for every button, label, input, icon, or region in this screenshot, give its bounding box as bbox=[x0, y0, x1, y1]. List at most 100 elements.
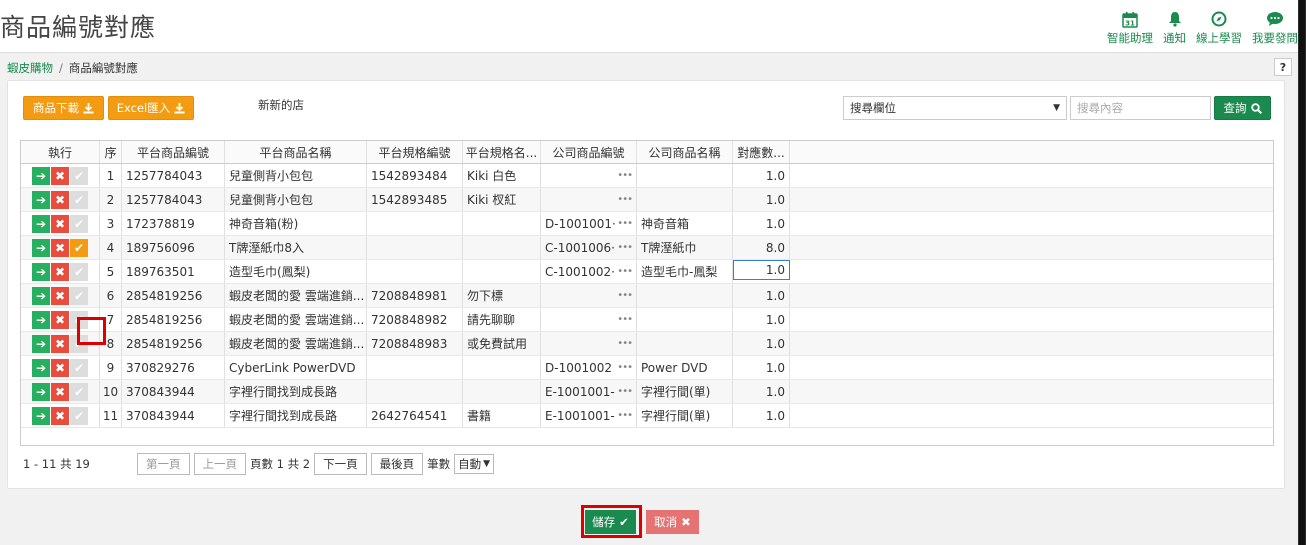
go-arrow-icon[interactable]: ➔ bbox=[32, 166, 50, 185]
cell-company-product-id[interactable]: E-1001001- ••• bbox=[541, 404, 637, 427]
ellipsis-icon[interactable]: ••• bbox=[617, 314, 633, 325]
cell-platform-spec-id[interactable] bbox=[367, 356, 463, 379]
confirm-check-icon[interactable]: ✔ bbox=[70, 166, 88, 185]
cell-platform-product-name[interactable]: 兒童側背小包包 bbox=[225, 164, 367, 187]
confirm-check-icon[interactable]: ✔ bbox=[70, 334, 88, 353]
cell-platform-product-id[interactable]: 2854819256 bbox=[122, 332, 225, 355]
cell-mapping-qty[interactable]: 1.0 bbox=[733, 188, 790, 211]
cell-platform-spec-id[interactable] bbox=[367, 236, 463, 259]
header-mapping-qty[interactable]: 對應數... bbox=[733, 141, 790, 163]
cell-platform-product-name[interactable]: CyberLink PowerDVD bbox=[225, 356, 367, 379]
header-company-product-name[interactable]: 公司商品名稱 bbox=[637, 141, 733, 163]
go-arrow-icon[interactable]: ➔ bbox=[32, 358, 50, 377]
product-download-button[interactable]: 商品下載 bbox=[23, 96, 104, 120]
cell-mapping-qty[interactable]: 1.0 bbox=[733, 308, 790, 331]
ellipsis-icon[interactable]: ••• bbox=[617, 242, 633, 253]
cell-platform-spec-name[interactable] bbox=[463, 236, 541, 259]
cell-company-product-name[interactable] bbox=[637, 308, 733, 331]
go-arrow-icon[interactable]: ➔ bbox=[32, 238, 50, 257]
cell-company-product-name[interactable] bbox=[637, 284, 733, 307]
delete-x-icon[interactable]: ✖ bbox=[51, 238, 69, 257]
cell-platform-spec-name[interactable] bbox=[463, 380, 541, 403]
cell-company-product-name[interactable]: Power DVD bbox=[637, 356, 733, 379]
cell-platform-product-id[interactable]: 189756096 bbox=[122, 236, 225, 259]
cell-platform-product-id[interactable]: 370843944 bbox=[122, 404, 225, 427]
cell-platform-product-id[interactable]: 1257784043 bbox=[122, 188, 225, 211]
cell-platform-product-name[interactable]: 字裡行間找到成長路 bbox=[225, 380, 367, 403]
search-field-select[interactable]: 搜尋欄位 ▼ bbox=[843, 96, 1067, 120]
cell-company-product-id[interactable]: ••• bbox=[541, 284, 637, 307]
cell-company-product-name[interactable]: T牌溼紙巾 bbox=[637, 236, 733, 259]
cell-platform-product-id[interactable]: 370843944 bbox=[122, 380, 225, 403]
cell-platform-spec-id[interactable]: 7208848981 bbox=[367, 284, 463, 307]
go-arrow-icon[interactable]: ➔ bbox=[32, 310, 50, 329]
cell-mapping-qty[interactable]: 1.0 bbox=[733, 380, 790, 403]
delete-x-icon[interactable]: ✖ bbox=[51, 166, 69, 185]
table-row[interactable]: ➔ ✖ ✔ 2 1257784043 兒童側背小包包 1542893485 Kiki 杈紅 ••… bbox=[21, 188, 1273, 212]
cell-platform-product-name[interactable]: T牌溼紙巾8入 bbox=[225, 236, 367, 259]
cell-platform-spec-name[interactable] bbox=[463, 260, 541, 283]
cell-company-product-name[interactable] bbox=[637, 164, 733, 187]
delete-x-icon[interactable]: ✖ bbox=[51, 262, 69, 281]
excel-import-button[interactable]: Excel匯入 bbox=[108, 96, 194, 120]
cell-company-product-id[interactable]: D-1001001· ••• bbox=[541, 212, 637, 235]
prev-page-button[interactable]: 上一頁 bbox=[193, 453, 246, 475]
save-button[interactable]: 儲存 ✔ bbox=[585, 510, 636, 534]
go-arrow-icon[interactable]: ➔ bbox=[32, 190, 50, 209]
cell-company-product-id[interactable]: D-1001002 ••• bbox=[541, 356, 637, 379]
cell-platform-product-name[interactable]: 蝦皮老闆的愛 雲端進銷... bbox=[225, 308, 367, 331]
cell-company-product-name[interactable]: 神奇音箱 bbox=[637, 212, 733, 235]
cell-platform-product-id[interactable]: 172378819 bbox=[122, 212, 225, 235]
cell-mapping-qty[interactable]: 1.0 bbox=[733, 332, 790, 355]
header-platform-product-id[interactable]: 平台商品編號 bbox=[122, 141, 225, 163]
cell-company-product-id[interactable]: E-1001001- ••• bbox=[541, 380, 637, 403]
go-arrow-icon[interactable]: ➔ bbox=[32, 262, 50, 281]
cell-mapping-qty[interactable]: 1.0 bbox=[733, 260, 790, 280]
ellipsis-icon[interactable]: ••• bbox=[617, 362, 633, 373]
cell-company-product-name[interactable]: 字裡行間(單) bbox=[637, 380, 733, 403]
ellipsis-icon[interactable]: ••• bbox=[617, 194, 633, 205]
cell-platform-spec-id[interactable] bbox=[367, 380, 463, 403]
cell-platform-product-name[interactable]: 兒童側背小包包 bbox=[225, 188, 367, 211]
ellipsis-icon[interactable]: ••• bbox=[617, 410, 633, 421]
page-scrollbar[interactable] bbox=[1298, 0, 1306, 545]
cell-platform-spec-name[interactable] bbox=[463, 356, 541, 379]
confirm-check-icon[interactable]: ✔ bbox=[70, 262, 88, 281]
table-row[interactable]: ➔ ✖ ✔ 9 370829276 CyberLink PowerDVD D-1001002… bbox=[21, 356, 1273, 380]
go-arrow-icon[interactable]: ➔ bbox=[32, 286, 50, 305]
delete-x-icon[interactable]: ✖ bbox=[51, 358, 69, 377]
confirm-check-icon[interactable]: ✔ bbox=[70, 286, 88, 305]
cell-platform-spec-name[interactable]: 請先聊聊 bbox=[463, 308, 541, 331]
delete-x-icon[interactable]: ✖ bbox=[51, 286, 69, 305]
header-platform-spec-name[interactable]: 平台規格名... bbox=[463, 141, 541, 163]
cell-company-product-id[interactable]: ••• bbox=[541, 164, 637, 187]
cell-company-product-name[interactable] bbox=[637, 188, 733, 211]
confirm-check-icon[interactable]: ✔ bbox=[70, 310, 88, 329]
go-arrow-icon[interactable]: ➔ bbox=[32, 214, 50, 233]
confirm-check-icon[interactable]: ✔ bbox=[70, 358, 88, 377]
delete-x-icon[interactable]: ✖ bbox=[51, 214, 69, 233]
ellipsis-icon[interactable]: ••• bbox=[617, 338, 633, 349]
search-input[interactable]: 搜尋內容 bbox=[1070, 96, 1211, 120]
cell-platform-product-id[interactable]: 2854819256 bbox=[122, 308, 225, 331]
scrollbar-thumb[interactable] bbox=[1299, 0, 1305, 545]
cell-platform-product-id[interactable]: 2854819256 bbox=[122, 284, 225, 307]
next-page-button[interactable]: 下一頁 bbox=[314, 453, 367, 475]
cell-platform-spec-id[interactable] bbox=[367, 212, 463, 235]
help-button[interactable]: ? bbox=[1274, 58, 1292, 76]
page-size-select[interactable]: 自動 ▼ bbox=[454, 454, 495, 474]
topnav-ask[interactable]: 我要發問 bbox=[1252, 10, 1298, 46]
cell-platform-product-id[interactable]: 370829276 bbox=[122, 356, 225, 379]
table-row[interactable]: ➔ ✖ ✔ 10 370843944 字裡行間找到成長路 E-1001001- ••• 字裡行間… bbox=[21, 380, 1273, 404]
header-platform-spec-id[interactable]: 平台規格編號 bbox=[367, 141, 463, 163]
header-company-product-id[interactable]: 公司商品編號 bbox=[541, 141, 637, 163]
cell-mapping-qty[interactable]: 1.0 bbox=[733, 404, 790, 427]
cell-company-product-id[interactable]: ••• bbox=[541, 308, 637, 331]
cell-platform-product-id[interactable]: 1257784043 bbox=[122, 164, 225, 187]
table-row[interactable]: ➔ ✖ ✔ 7 2854819256 蝦皮老闆的愛 雲端進銷... 7208848982 請先… bbox=[21, 308, 1273, 332]
header-seq[interactable]: 序 bbox=[100, 141, 122, 163]
table-row[interactable]: ➔ ✖ ✔ 11 370843944 字裡行間找到成長路 2642764541 書籍 E-100… bbox=[21, 404, 1273, 428]
cell-platform-spec-name[interactable]: Kiki 白色 bbox=[463, 164, 541, 187]
cell-platform-spec-id[interactable]: 2642764541 bbox=[367, 404, 463, 427]
cell-company-product-id[interactable]: ••• bbox=[541, 188, 637, 211]
